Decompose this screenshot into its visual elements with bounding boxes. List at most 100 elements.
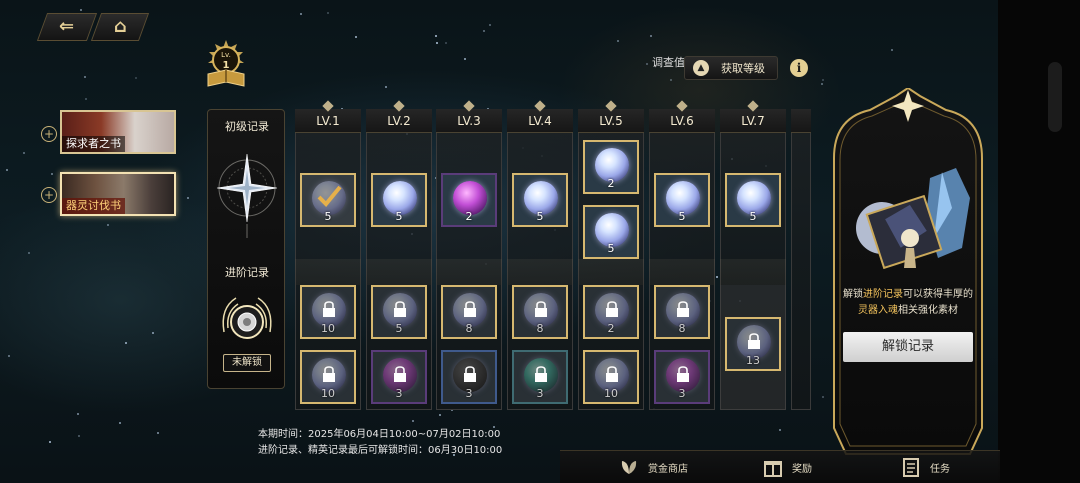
reward-count: 10 (321, 387, 335, 400)
reward-count: 5 (607, 242, 615, 255)
star-dot (125, 342, 127, 344)
gain-level-label: 获取等级 (721, 62, 765, 75)
record-divider (436, 259, 502, 285)
locked-reward-slot[interactable]: 10 (300, 285, 356, 339)
info-button[interactable]: i (790, 59, 808, 77)
basic-record-title: 初级记录 (225, 120, 269, 133)
star-dot (28, 252, 30, 254)
locked-reward-slot[interactable]: 10 (583, 350, 639, 404)
reward-count: 5 (395, 210, 403, 223)
bounty-shop-button[interactable]: 赏金商店 (618, 454, 688, 480)
reward-slot[interactable]: 5 (371, 173, 427, 227)
level-header: LV.7 (720, 109, 786, 133)
locked-reward-slot[interactable]: 8 (654, 285, 710, 339)
desc-highlight-advanced: 进阶记录 (863, 289, 903, 300)
star-dot (646, 63, 648, 65)
lock-icon (605, 366, 619, 382)
period-value: 2025年06月04日10:00~07月02日10:00 (308, 429, 501, 440)
plus-icon: + (41, 126, 57, 142)
star-dot (157, 432, 159, 434)
level-header: LV.5 (578, 109, 644, 133)
lock-icon (463, 301, 477, 317)
desc-middle: 可以获得丰厚的 (903, 289, 973, 300)
level-header-peek (791, 109, 811, 133)
star-dot (80, 9, 82, 11)
unlock-panel-frame (833, 88, 983, 455)
reward-slot[interactable]: 5 (725, 173, 781, 227)
star-dot (327, 12, 329, 14)
reward-count: 3 (536, 387, 544, 400)
lock-icon (393, 366, 407, 382)
locked-reward-slot[interactable]: 3 (371, 350, 427, 404)
level-column: LV.5 2 5 2 10 (578, 99, 644, 410)
screen-edge (998, 0, 1080, 483)
record-divider (649, 259, 715, 285)
locked-reward-slot[interactable]: 3 (512, 350, 568, 404)
locked-reward-slot[interactable]: 10 (300, 350, 356, 404)
star-dot (85, 98, 87, 100)
desc-highlight-soul: 灵器入魂 (858, 305, 898, 316)
level-column-frame (791, 109, 811, 410)
star-dot (355, 36, 357, 38)
reward-count: 3 (465, 387, 473, 400)
lock-icon (534, 366, 548, 382)
star-dot (891, 49, 893, 51)
level-badge: Lv. 1 (207, 40, 245, 87)
investigation-label: 调查值 (652, 56, 685, 69)
star-dot (435, 35, 437, 37)
reward-count: 10 (604, 387, 618, 400)
back-button[interactable]: ⇐ (36, 13, 98, 41)
reward-count: 5 (324, 210, 332, 223)
claimed-reward-slot[interactable]: 5 (300, 173, 356, 227)
gift-icon (764, 461, 782, 477)
locked-reward-slot[interactable]: 8 (441, 285, 497, 339)
unlock-record-button[interactable]: 解锁记录 (843, 332, 973, 362)
lock-icon (676, 366, 690, 382)
reward-slot[interactable]: 2 (583, 140, 639, 194)
locked-reward-slot[interactable]: 5 (371, 285, 427, 339)
star-dot (822, 79, 824, 81)
bounty-shop-label: 赏金商店 (648, 463, 688, 475)
star-dot (107, 224, 109, 226)
reward-count: 2 (465, 210, 473, 223)
locked-reward-slot[interactable]: 3 (441, 350, 497, 404)
locked-reward-slot[interactable]: 2 (583, 285, 639, 339)
tab-spirit-hunt-book[interactable]: 器灵讨伐书 (60, 172, 176, 216)
star-dot (464, 58, 466, 60)
lock-icon (534, 301, 548, 317)
gain-level-button[interactable]: ▲ 获取等级 (684, 56, 778, 80)
level-column: LV.1 5 10 10 (295, 99, 361, 410)
tab-seeker-book[interactable]: 探求者之书 (60, 110, 176, 154)
star-dot (439, 414, 441, 416)
locked-reward-slot[interactable]: 3 (654, 350, 710, 404)
reward-slot[interactable]: 5 (583, 205, 639, 259)
level-header: LV.2 (366, 109, 432, 133)
reward-slot[interactable]: 2 (441, 173, 497, 227)
home-button[interactable]: ⌂ (90, 13, 150, 41)
level-column-peek (791, 99, 811, 410)
level-header: LV.4 (507, 109, 573, 133)
record-divider (720, 259, 786, 285)
record-divider (507, 259, 573, 285)
reward-count: 13 (746, 354, 760, 367)
star-dot (119, 422, 121, 424)
locked-reward-slot[interactable]: 13 (725, 317, 781, 371)
record-divider (578, 259, 644, 285)
reward-slot[interactable]: 5 (512, 173, 568, 227)
unlock-description: 解锁进阶记录可以获得丰厚的 灵器入魂相关强化素材 (840, 287, 976, 319)
star-dot (650, 35, 652, 37)
reward-count: 8 (536, 322, 544, 335)
clipboard-icon (903, 458, 919, 477)
level-header: LV.3 (436, 109, 502, 133)
tasks-button[interactable]: 任务 (900, 454, 950, 480)
star-dot (6, 169, 8, 171)
reward-slot[interactable]: 5 (654, 173, 710, 227)
lock-icon (605, 301, 619, 317)
rewards-button[interactable]: 奖励 (762, 454, 812, 480)
desc-prefix: 解锁 (843, 289, 863, 300)
locked-reward-slot[interactable]: 8 (512, 285, 568, 339)
star-dot (489, 24, 491, 26)
level-column: LV.2 5 5 3 (366, 99, 432, 410)
lock-icon (676, 301, 690, 317)
advanced-deadline-text: 进阶记录、精英记录最后可解锁时间：06月30日10:00 (258, 445, 503, 456)
